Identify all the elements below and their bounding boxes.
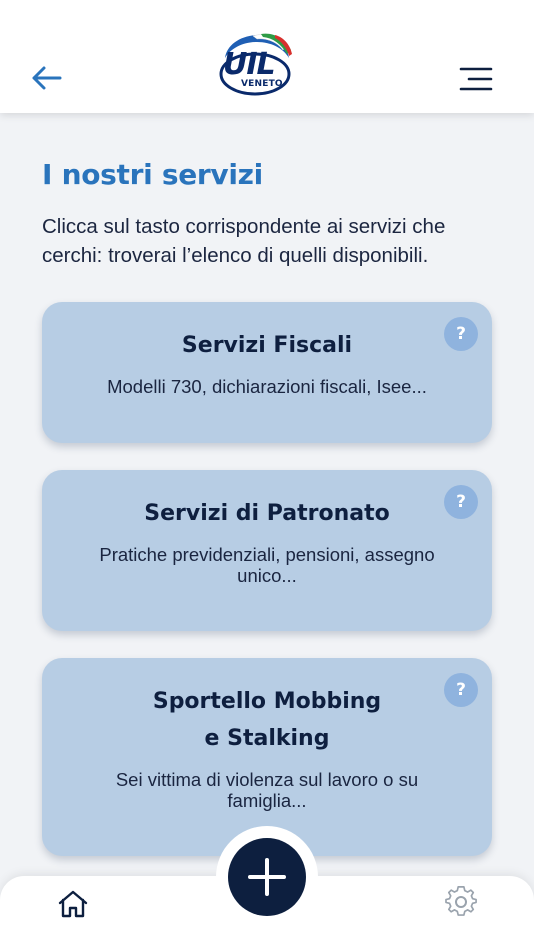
logo-text: UIL [223,47,276,82]
card-description: Sei vittima di violenza sul lavoro o su … [115,769,419,811]
gear-icon [445,886,477,916]
help-button[interactable]: ? [444,317,478,351]
plus-icon [248,858,286,896]
settings-button[interactable] [443,884,479,920]
add-button[interactable] [228,838,306,916]
page-title: I nostri servizi [42,158,263,191]
card-description: Modelli 730, dichiarazioni fiscali, Isee… [107,376,427,397]
card-description: Pratiche previdenziali, pensioni, assegn… [99,544,435,586]
card-title: Sportello Mobbing [152,689,382,714]
service-card-fiscali[interactable]: ? Servizi Fiscali Modelli 730, dichiaraz… [42,302,492,443]
logo-subtext: VENETO [241,79,283,89]
arrow-left-icon [32,66,62,90]
uil-veneto-logo: UIL VENETO [217,30,293,98]
home-icon [58,890,88,918]
help-button[interactable]: ? [444,673,478,707]
help-button[interactable]: ? [444,485,478,519]
card-title: e Stalking [204,726,330,751]
hamburger-menu-icon [459,67,493,91]
service-card-patronato[interactable]: ? Servizi di Patronato Pratiche previden… [42,470,492,631]
card-title: Servizi di Patronato [144,501,390,526]
menu-button[interactable] [456,62,496,96]
back-button[interactable] [28,60,64,96]
app-header: UIL VENETO [0,0,534,113]
intro-text: Clicca sul tasto corrispondente ai servi… [42,215,446,267]
home-button[interactable] [54,886,92,922]
card-title: Servizi Fiscali [181,333,353,358]
